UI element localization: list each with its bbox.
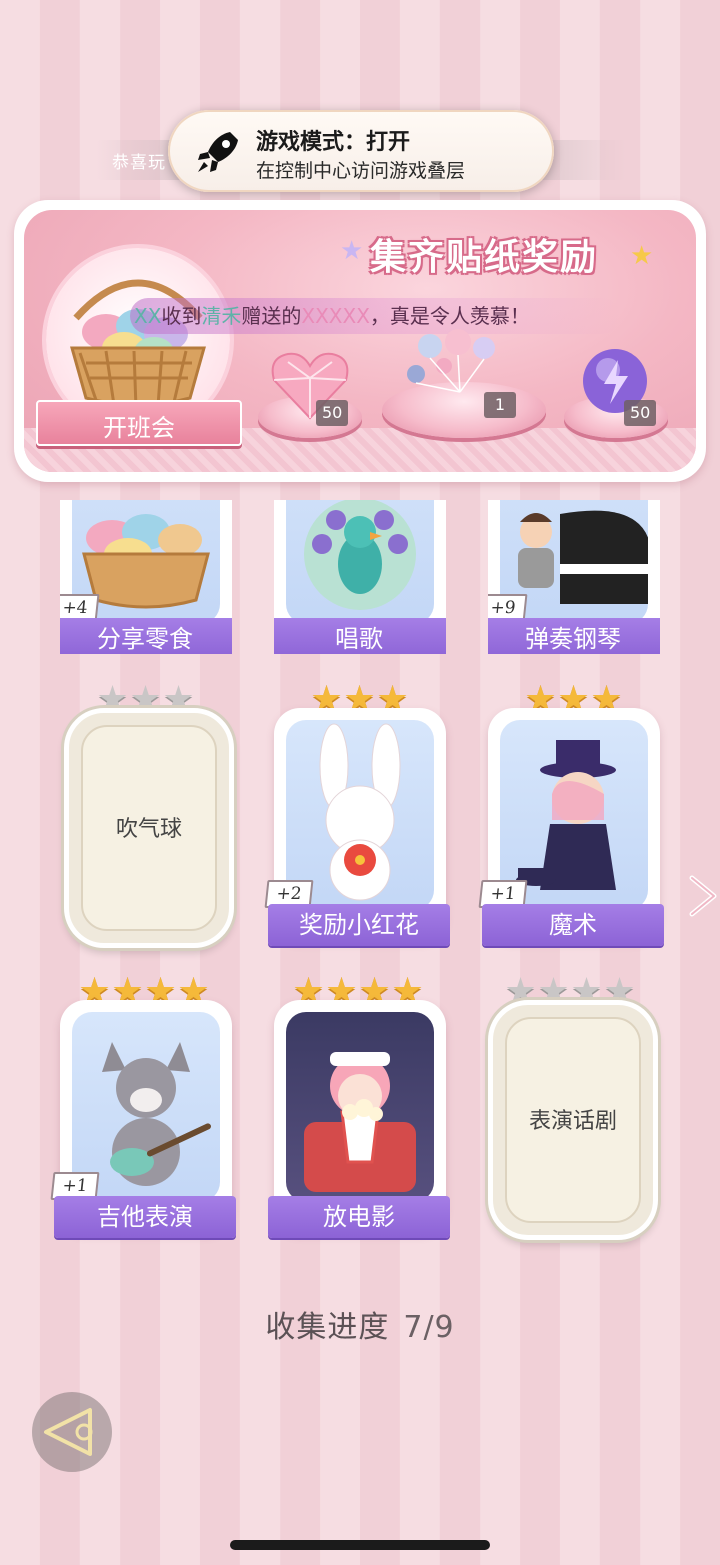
collection-progress: 收集进度 7/9 (0, 1302, 720, 1346)
sticker-label: 弹奏钢琴 (488, 618, 660, 654)
locked-sticker-name: 吹气球 (115, 817, 182, 842)
message-user: XX (134, 304, 162, 328)
game-mode-toast[interactable]: 游戏模式：打开 在控制中心访问游戏叠层 (168, 110, 554, 192)
back-arrow-icon (44, 1408, 93, 1456)
sticker-art (286, 1012, 434, 1202)
banner-title: 集齐贴纸奖励 (370, 237, 599, 278)
reward-count: 50 (316, 400, 349, 426)
message-item: XXXXX (301, 304, 370, 328)
reward-count: 50 (624, 400, 657, 426)
reward-count: 1 (484, 392, 516, 418)
toast-subtitle: 在控制中心访问游戏叠层 (256, 160, 466, 182)
star-deco-icon: ★ (630, 241, 654, 271)
progress-value: 7/9 (403, 1310, 455, 1345)
rocket-icon (198, 132, 238, 172)
sticker-label: 魔术 (482, 904, 664, 946)
gift-message: XX收到清禾赠送的XXXXX，真是令人羡慕！ (130, 298, 620, 334)
sticker-label: 唱歌 (274, 618, 446, 654)
class-meeting-label: 开班会 (103, 414, 175, 442)
message-sender: 清禾 (201, 304, 242, 328)
movie-popcorn-icon (304, 1052, 416, 1192)
class-meeting-ribbon[interactable]: 开班会 (36, 400, 242, 446)
toast-title: 游戏模式：打开 (256, 130, 411, 155)
ticker-text: 恭喜玩 (112, 153, 166, 173)
sticker-label: 吉他表演 (54, 1196, 236, 1238)
sticker-card[interactable]: 放电影 (268, 1000, 450, 1238)
sticker-label: 放电影 (268, 1196, 450, 1238)
message-text: ，真是令人羡慕！ (369, 304, 530, 328)
home-indicator[interactable] (230, 1540, 490, 1550)
sticker-card[interactable]: +2 奖励小红花 (264, 708, 450, 946)
locked-sticker-card[interactable]: 吹气球 (64, 708, 234, 948)
sticker-card[interactable]: +1 魔术 (478, 708, 664, 946)
star-deco-icon: ★ (340, 236, 364, 266)
message-text: 收到 (161, 304, 202, 328)
message-text: 赠送的 (241, 304, 302, 328)
sticker-card[interactable]: +1 吉他表演 (50, 1000, 236, 1238)
sticker-label: 分享零食 (60, 618, 232, 654)
locked-sticker-name: 表演话剧 (528, 1109, 617, 1134)
sticker-label: 奖励小红花 (268, 904, 450, 946)
balloons-icon (407, 329, 495, 393)
back-button[interactable] (32, 1392, 112, 1472)
progress-label: 收集进度 (265, 1310, 390, 1345)
locked-sticker-card[interactable]: 表演话剧 (488, 1000, 658, 1240)
next-page-arrow-icon[interactable] (682, 872, 720, 920)
